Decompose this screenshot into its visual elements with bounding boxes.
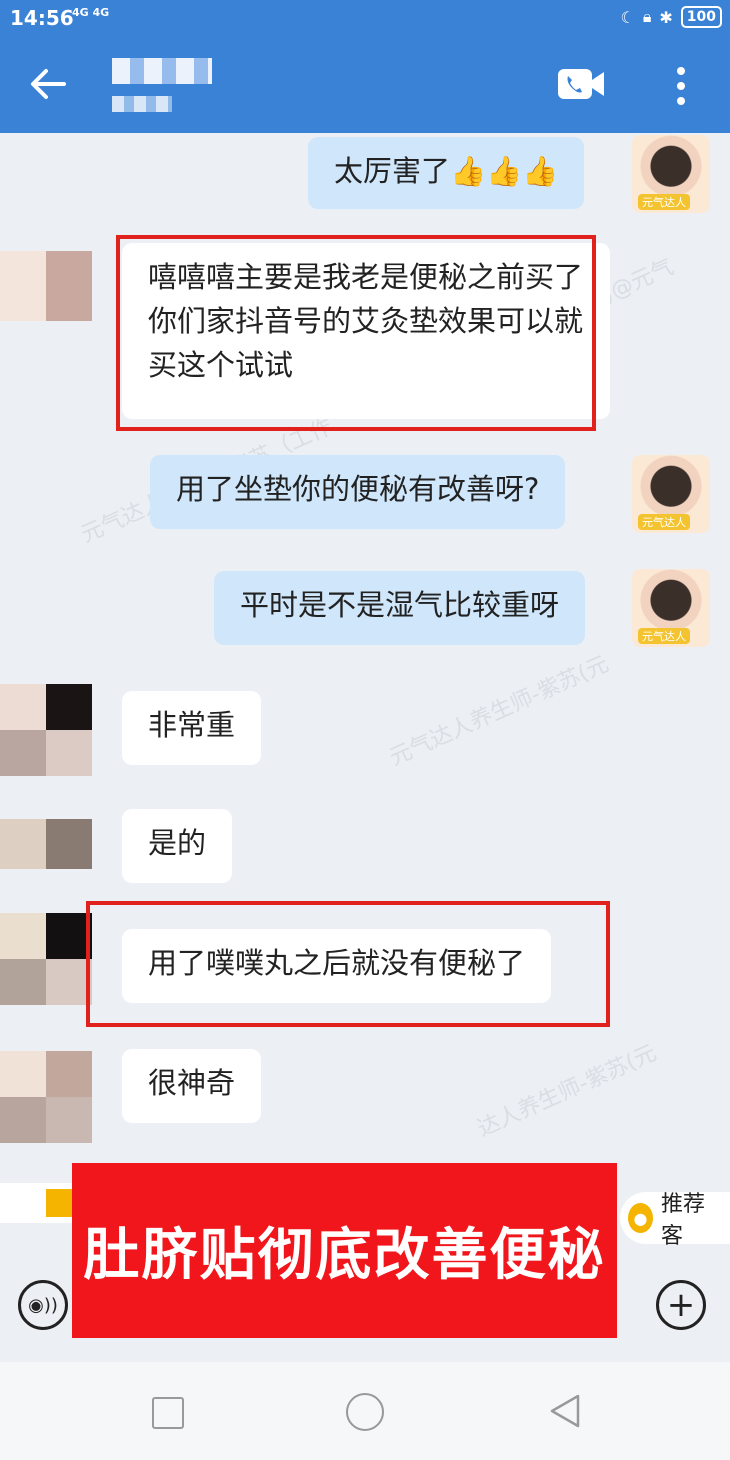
video-call-icon[interactable] (556, 66, 606, 102)
customer-avatar[interactable] (0, 1051, 92, 1143)
avatar-tag: 元气达人 (638, 514, 690, 530)
promo-banner-text: 肚脐贴彻底改善便秘 (83, 1223, 606, 1288)
status-time: 14:56 (10, 6, 74, 30)
quote-preview[interactable] (0, 1183, 72, 1223)
agent-avatar[interactable]: 元气达人 (632, 569, 710, 647)
avatar-tag: 元气达人 (638, 628, 690, 644)
plus-icon[interactable]: + (656, 1280, 706, 1330)
watermark-text: 元气达人养生师-紫苏(元 (386, 651, 613, 771)
back-arrow-icon[interactable] (26, 62, 70, 106)
back-triangle-icon[interactable] (548, 1393, 582, 1429)
status-icons: ☾ 🔒︎ ✱ 100 (620, 6, 722, 28)
network-indicator: 4G 4G (72, 6, 110, 19)
chat-header: 14:56 4G 4G ☾ 🔒︎ ✱ 100 (0, 0, 730, 133)
promo-banner: 肚脐贴彻底改善便秘 (72, 1163, 617, 1338)
customer-avatar[interactable] (0, 251, 92, 321)
bluetooth-icon: ✱ (659, 7, 673, 27)
recent-apps-icon[interactable] (152, 1397, 184, 1429)
voice-input-icon[interactable]: ◉)) (18, 1280, 68, 1330)
incoming-message[interactable]: 很神奇 (122, 1049, 262, 1123)
customer-avatar[interactable] (0, 819, 92, 869)
chat-message-list[interactable]: 元气达人养生师-紫苏（工作 元气达人养生师-紫苏(元 达人养生师-紫苏(元 )@… (0, 133, 730, 1183)
chat-bubble-icon: ● (628, 1203, 653, 1233)
contact-name-mosaic (112, 58, 212, 84)
battery-icon: 100 (680, 6, 722, 28)
recommend-label: 推荐客 (661, 1192, 706, 1249)
incoming-message[interactable]: 是的 (122, 809, 233, 883)
agent-avatar[interactable]: 元气达人 (632, 455, 710, 533)
outgoing-message[interactable]: 用了坐垫你的便秘有改善呀? (150, 455, 566, 529)
red-highlight-box (116, 235, 596, 431)
red-highlight-box (86, 901, 610, 1027)
home-icon[interactable] (346, 1393, 384, 1431)
lock-icon: 🔒︎ (642, 7, 652, 26)
contact-status-mosaic (112, 96, 172, 112)
customer-avatar[interactable] (0, 913, 92, 1005)
outgoing-message[interactable]: 太厉害了👍👍👍 (308, 137, 585, 209)
moon-icon: ☾ (620, 7, 635, 27)
more-vertical-icon[interactable] (668, 64, 694, 108)
watermark-text: 达人养生师-紫苏(元 (474, 1040, 661, 1142)
recommend-button[interactable]: ● 推荐客 (620, 1192, 730, 1249)
incoming-message[interactable]: 非常重 (122, 691, 262, 765)
agent-avatar[interactable]: 元气达人 (632, 135, 710, 213)
customer-avatar[interactable] (0, 684, 92, 776)
outgoing-message[interactable]: 平时是不是湿气比较重呀 (214, 571, 586, 645)
avatar-tag: 元气达人 (638, 194, 690, 210)
